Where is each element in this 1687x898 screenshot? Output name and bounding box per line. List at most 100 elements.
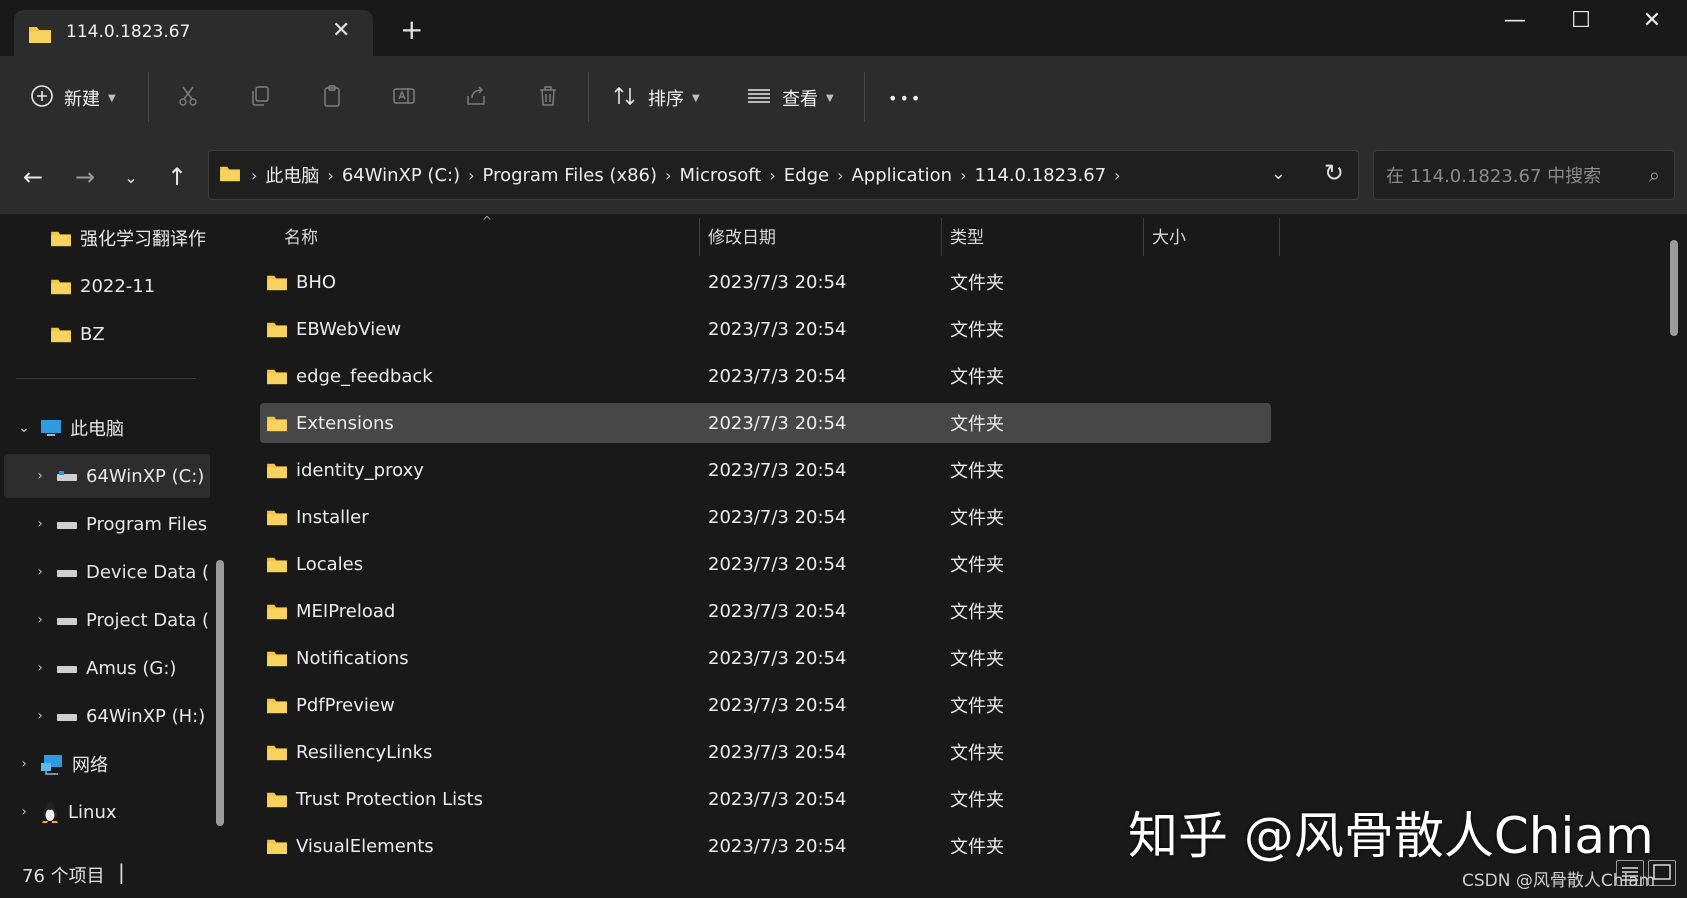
new-button[interactable]: 新建 ▼ <box>30 80 116 116</box>
sidebar-item-drive[interactable]: › 64WinXP (H:) <box>30 694 210 738</box>
copy-button[interactable] <box>248 80 272 116</box>
sidebar-item-drive[interactable]: › Amus (G:) <box>30 646 210 690</box>
sidebar-item-folder[interactable]: 2022-11 <box>50 264 210 308</box>
recent-locations-chevron-icon[interactable]: ⌄ <box>116 162 146 192</box>
more-options-button[interactable]: ••• <box>888 80 922 116</box>
breadcrumb-item[interactable]: 114.0.1823.67 <box>974 165 1106 186</box>
table-row[interactable]: Trust Protection Lists 2023/7/3 20:54 文件夹 <box>260 779 1271 819</box>
view-button[interactable]: 查看 ▼ <box>746 80 834 116</box>
sidebar-item-folder[interactable]: 强化学习翻译作 <box>50 216 210 260</box>
chevron-right-icon[interactable]: › <box>30 708 50 724</box>
table-row[interactable]: PdfPreview 2023/7/3 20:54 文件夹 <box>260 685 1271 725</box>
table-row[interactable]: Installer 2023/7/3 20:54 文件夹 <box>260 497 1271 537</box>
new-tab-button[interactable]: + <box>400 16 423 44</box>
share-button[interactable] <box>464 80 488 116</box>
file-name-cell[interactable]: Installer <box>266 497 369 537</box>
column-header-size[interactable]: 大小 <box>1152 214 1186 256</box>
breadcrumb-chevron-icon[interactable]: › <box>1114 166 1120 185</box>
up-arrow-icon[interactable]: ↑ <box>162 162 192 192</box>
folder-icon <box>266 273 288 291</box>
search-icon[interactable]: ⌕ <box>1649 163 1660 187</box>
breadcrumb-item[interactable]: Microsoft <box>679 165 761 186</box>
file-name-cell[interactable]: EBWebView <box>266 309 401 349</box>
chevron-right-icon[interactable]: › <box>30 468 50 484</box>
delete-button[interactable] <box>536 80 560 116</box>
breadcrumb-item[interactable]: Program Files (x86) <box>483 165 658 186</box>
file-name-cell[interactable]: ResiliencyLinks <box>266 732 432 772</box>
file-name-cell[interactable]: Notifications <box>266 638 409 678</box>
table-row[interactable]: Locales 2023/7/3 20:54 文件夹 <box>260 544 1271 584</box>
file-name-cell[interactable]: Trust Protection Lists <box>266 779 483 819</box>
table-row[interactable]: BHO 2023/7/3 20:54 文件夹 <box>260 262 1271 302</box>
file-name-cell[interactable]: PdfPreview <box>266 685 395 725</box>
file-name-cell[interactable]: MEIPreload <box>266 591 395 631</box>
breadcrumb-item[interactable]: Application <box>851 165 952 186</box>
table-row[interactable]: EBWebView 2023/7/3 20:54 文件夹 <box>260 309 1271 349</box>
chevron-right-icon[interactable]: › <box>30 612 50 628</box>
sidebar-item-linux[interactable]: › Linux <box>14 790 210 834</box>
breadcrumb-item[interactable]: Edge <box>784 165 829 186</box>
column-divider[interactable] <box>941 218 942 256</box>
paste-button[interactable] <box>320 80 344 116</box>
breadcrumb-chevron-icon[interactable]: › <box>769 166 775 185</box>
breadcrumb-item[interactable]: 此电脑 <box>265 162 319 188</box>
table-row[interactable]: identity_proxy 2023/7/3 20:54 文件夹 <box>260 450 1271 490</box>
table-row[interactable]: MEIPreload 2023/7/3 20:54 文件夹 <box>260 591 1271 631</box>
back-arrow-icon[interactable]: ← <box>18 162 48 192</box>
sidebar-item-network[interactable]: › 网络 <box>14 742 210 786</box>
sidebar-item-this-pc[interactable]: ⌄ 此电脑 <box>14 406 210 450</box>
maximize-button[interactable]: ☐ <box>1546 0 1616 40</box>
column-header-name[interactable]: 名称 <box>284 214 318 256</box>
breadcrumb-chevron-icon[interactable]: › <box>327 166 333 185</box>
table-row[interactable]: Notifications 2023/7/3 20:54 文件夹 <box>260 638 1271 678</box>
sidebar-item-folder[interactable]: BZ <box>50 312 210 356</box>
file-name-cell[interactable]: Extensions <box>266 403 394 443</box>
table-row[interactable]: Extensions 2023/7/3 20:54 文件夹 <box>260 403 1271 443</box>
chevron-right-icon[interactable]: › <box>30 564 50 580</box>
address-bar[interactable]: › 此电脑 › 64WinXP (C:) › Program Files (x8… <box>208 150 1359 200</box>
column-divider[interactable] <box>699 218 700 256</box>
file-name-cell[interactable]: identity_proxy <box>266 450 424 490</box>
breadcrumb-chevron-icon[interactable]: › <box>468 166 474 185</box>
sidebar-item-drive[interactable]: › Program Files <box>30 502 210 546</box>
chevron-down-icon[interactable]: ⌄ <box>14 420 34 436</box>
column-header-type[interactable]: 类型 <box>950 214 984 256</box>
column-divider[interactable] <box>1143 218 1144 256</box>
breadcrumb-chevron-icon[interactable]: › <box>665 166 671 185</box>
search-input[interactable] <box>1384 151 1638 201</box>
address-history-chevron-icon[interactable]: ⌄ <box>1271 163 1286 184</box>
file-name-cell[interactable]: edge_feedback <box>266 356 433 396</box>
rename-button[interactable] <box>392 80 416 116</box>
item-count: 76 个项目 <box>22 866 105 887</box>
chevron-right-icon[interactable]: › <box>14 804 34 820</box>
sidebar-item-drive[interactable]: › Device Data ( <box>30 550 210 594</box>
minimize-button[interactable]: — <box>1480 0 1550 40</box>
column-header-modified[interactable]: 修改日期 <box>708 214 776 256</box>
folder-icon <box>28 24 52 48</box>
breadcrumb-item[interactable]: 64WinXP (C:) <box>342 165 460 186</box>
sidebar-item-drive-c[interactable]: › 64WinXP (C:) <box>4 454 210 498</box>
file-name-cell[interactable]: VisualElements <box>266 826 434 854</box>
refresh-icon[interactable]: ↻ <box>1324 159 1344 187</box>
active-tab[interactable]: 114.0.1823.67 ✕ <box>14 10 373 56</box>
sidebar-item-drive[interactable]: › Project Data ( <box>30 598 210 642</box>
chevron-right-icon[interactable]: › <box>14 756 34 772</box>
file-name-cell[interactable]: Locales <box>266 544 363 584</box>
chevron-right-icon[interactable]: › <box>30 516 50 532</box>
sort-button[interactable]: 排序 ▼ <box>612 80 700 116</box>
forward-arrow-icon[interactable]: → <box>70 162 100 192</box>
breadcrumb-chevron-icon[interactable]: › <box>960 166 966 185</box>
file-name-cell[interactable]: BHO <box>266 262 336 302</box>
close-button[interactable]: ✕ <box>1617 0 1687 40</box>
chevron-right-icon[interactable]: › <box>30 660 50 676</box>
file-list-scrollbar[interactable] <box>1670 240 1678 336</box>
breadcrumb-chevron-icon[interactable]: › <box>837 166 843 185</box>
table-row[interactable]: VisualElements 2023/7/3 20:54 文件夹 <box>260 826 1271 854</box>
cut-button[interactable] <box>176 80 200 116</box>
column-divider[interactable] <box>1279 218 1280 256</box>
search-box[interactable]: ⌕ <box>1373 150 1675 201</box>
table-row[interactable]: ResiliencyLinks 2023/7/3 20:54 文件夹 <box>260 732 1271 772</box>
table-row[interactable]: edge_feedback 2023/7/3 20:54 文件夹 <box>260 356 1271 396</box>
tab-close-icon[interactable]: ✕ <box>332 18 350 43</box>
sidebar-scrollbar[interactable] <box>216 560 224 826</box>
